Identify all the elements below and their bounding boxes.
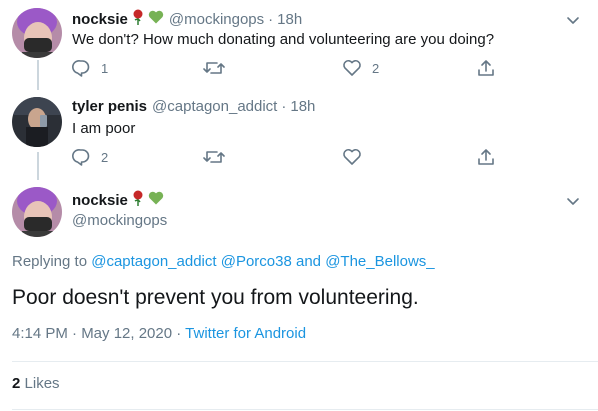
green-heart-emoji xyxy=(148,190,164,212)
timestamp[interactable]: 18h xyxy=(277,10,302,30)
retweet-button[interactable] xyxy=(203,148,225,166)
separator-dot: · xyxy=(268,11,274,28)
share-icon xyxy=(478,60,494,76)
display-name[interactable]: nocksie xyxy=(72,191,128,211)
tweet-2[interactable]: tyler penis @captagon_addict · 18h I am … xyxy=(0,76,598,180)
tweet-header: nocksie xyxy=(72,190,164,212)
like-icon xyxy=(343,60,361,76)
thread-line xyxy=(37,152,39,180)
display-name[interactable]: nocksie xyxy=(72,10,128,30)
reply-button[interactable]: 2 xyxy=(72,148,108,166)
retweet-icon xyxy=(203,151,225,163)
replying-to-label: Replying to xyxy=(12,253,88,270)
rose-emoji xyxy=(131,9,145,31)
display-name[interactable]: tyler penis xyxy=(72,97,147,117)
tweet-actions: 2 xyxy=(72,148,502,168)
avatar[interactable] xyxy=(12,187,62,237)
tweet-1[interactable]: nocksie @mockingops · 18h We don't? How … xyxy=(0,0,598,90)
likes-number: 2 xyxy=(12,375,21,392)
mention-link[interactable]: @Porco38 xyxy=(221,253,292,270)
like-count: 2 xyxy=(372,60,380,76)
mention-link[interactable]: @The_Bellows_ xyxy=(325,253,434,270)
avatar[interactable] xyxy=(12,97,62,147)
tweet-text: Poor doesn't prevent you from volunteeri… xyxy=(12,286,419,309)
tweet-text: We don't? How much donating and voluntee… xyxy=(72,31,495,48)
tweet-header: tyler penis @captagon_addict · 18h xyxy=(72,97,315,117)
handle[interactable]: @mockingops xyxy=(169,10,264,30)
chevron-down-icon[interactable] xyxy=(563,10,583,30)
reply-count: 1 xyxy=(101,60,109,76)
separator-dot: · xyxy=(281,98,287,115)
tweet-actions: 1 2 xyxy=(72,59,502,79)
handle[interactable]: @mockingops xyxy=(72,211,167,231)
thread-line xyxy=(37,76,39,84)
retweet-button[interactable] xyxy=(203,59,225,77)
retweet-icon xyxy=(203,62,225,74)
divider xyxy=(12,361,598,362)
and-word[interactable]: and xyxy=(296,253,321,270)
divider xyxy=(12,409,598,410)
rose-emoji xyxy=(131,190,145,212)
tweet-timestamp[interactable]: 4:14 PM · May 12, 2020 xyxy=(12,325,172,342)
like-button[interactable] xyxy=(342,148,362,166)
reply-icon xyxy=(72,149,90,166)
replying-to: Replying to @captagon_addict @Porco38 an… xyxy=(12,253,435,270)
share-button[interactable] xyxy=(477,148,495,166)
reply-icon xyxy=(72,60,90,77)
tweet-meta: 4:14 PM · May 12, 2020 · Twitter for And… xyxy=(12,325,306,342)
share-button[interactable] xyxy=(477,59,495,77)
thread-line xyxy=(37,60,39,90)
reply-button[interactable]: 1 xyxy=(72,59,108,77)
like-button[interactable]: 2 xyxy=(342,59,379,77)
tweet-header: nocksie @mockingops · 18h xyxy=(72,9,302,31)
reply-count: 2 xyxy=(101,149,109,165)
tweet-text: I am poor xyxy=(72,120,136,137)
avatar[interactable] xyxy=(12,8,62,58)
thread-line xyxy=(37,168,39,174)
handle[interactable]: @captagon_addict xyxy=(152,97,277,117)
mention-link[interactable]: @captagon_addict xyxy=(91,253,216,270)
like-icon xyxy=(343,149,361,165)
source-link[interactable]: Twitter for Android xyxy=(185,325,306,342)
chevron-down-icon[interactable] xyxy=(563,191,583,211)
likes-label: Likes xyxy=(24,375,60,392)
likes-count[interactable]: 2 Likes xyxy=(12,375,60,392)
separator-dot: · xyxy=(176,325,182,342)
green-heart-emoji xyxy=(148,9,164,31)
share-icon xyxy=(478,149,494,165)
timestamp[interactable]: 18h xyxy=(290,97,315,117)
